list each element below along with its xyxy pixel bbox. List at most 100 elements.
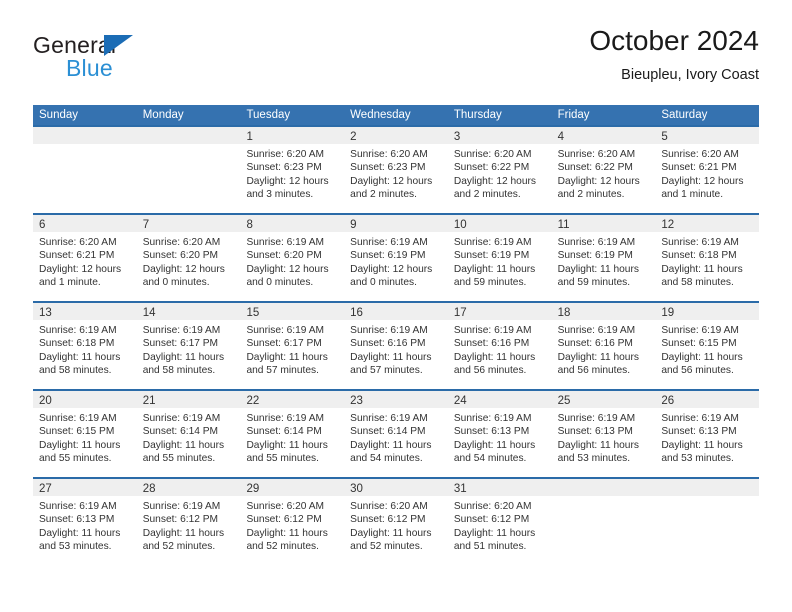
day-sun-info: Sunrise: 6:19 AM Sunset: 6:17 PM Daylight:… (240, 320, 344, 377)
daylight-text-line2: and 59 minutes. (557, 276, 631, 288)
day-cell[interactable]: 14 Sunrise: 6:19 AM Sunset: 6:17 PM Dayligh… (136, 303, 241, 389)
weekday-header-thursday: Thursday (453, 109, 502, 121)
day-cell[interactable]: 30 Sunrise: 6:20 AM Sunset: 6:12 PM Dayligh… (344, 479, 448, 565)
sunrise-text: Sunrise: 6:19 AM (661, 325, 739, 336)
day-number: 19 (661, 307, 675, 319)
day-cell[interactable]: 17 Sunrise: 6:19 AM Sunset: 6:16 PM Dayligh… (447, 303, 552, 389)
daylight-text-line2: and 58 minutes. (39, 364, 112, 376)
sunset-text: Sunset: 6:12 PM (350, 514, 426, 526)
day-number-band: 28 (136, 479, 241, 496)
sunset-text: Sunset: 6:12 PM (142, 514, 219, 526)
day-sun-info (552, 496, 656, 500)
daylight-text-line2: and 58 minutes. (661, 276, 734, 288)
day-cell[interactable]: 24 Sunrise: 6:19 AM Sunset: 6:13 PM Dayligh… (447, 391, 552, 477)
day-cell[interactable]: 1 Sunrise: 6:20 AM Sunset: 6:23 PM Daylight… (240, 127, 345, 213)
day-cell[interactable]: 6 Sunrise: 6:20 AM Sunset: 6:21 PM Daylight… (33, 215, 137, 301)
day-cell[interactable]: 28 Sunrise: 6:19 AM Sunset: 6:12 PM Dayligh… (136, 479, 241, 565)
calendar-page: General Blue October 2024 Bieupleu, Ivor… (0, 0, 792, 612)
day-number: 2 (350, 131, 357, 143)
daylight-text-line2: and 59 minutes. (453, 276, 527, 288)
day-sun-info: Sunrise: 6:20 AM Sunset: 6:20 PM Daylight:… (137, 232, 241, 289)
day-cell[interactable]: 23 Sunrise: 6:19 AM Sunset: 6:14 PM Dayligh… (344, 391, 448, 477)
day-cell[interactable]: 9 Sunrise: 6:19 AM Sunset: 6:19 PM Daylight… (344, 215, 448, 301)
sunset-text: Sunset: 6:17 PM (246, 338, 322, 350)
day-cell[interactable]: 4 Sunrise: 6:20 AM Sunset: 6:22 PM Daylight… (551, 127, 656, 213)
day-cell[interactable]: 13 Sunrise: 6:19 AM Sunset: 6:18 PM Dayligh… (33, 303, 137, 389)
week-row: 27 Sunrise: 6:19 AM Sunset: 6:13 PM Dayligh… (33, 477, 760, 565)
day-cell[interactable]: 31 Sunrise: 6:20 AM Sunset: 6:12 PM Dayligh… (447, 479, 552, 565)
daylight-text-line2: and 2 minutes. (453, 188, 521, 200)
daylight-text-line1: Daylight: 11 hours (246, 439, 328, 451)
day-number-band: 9 (344, 215, 448, 232)
day-sun-info: Sunrise: 6:19 AM Sunset: 6:17 PM Daylight:… (137, 320, 241, 377)
day-cell[interactable]: 29 Sunrise: 6:20 AM Sunset: 6:12 PM Dayligh… (240, 479, 345, 565)
day-number: 3 (453, 131, 461, 143)
day-number-band: 4 (551, 127, 656, 144)
daylight-text-line2: and 56 minutes. (453, 364, 527, 376)
daylight-text-line2: and 57 minutes. (246, 364, 319, 376)
day-number-band (655, 479, 760, 496)
daylight-text-line1: Daylight: 12 hours (453, 175, 536, 187)
day-sun-info: Sunrise: 6:20 AM Sunset: 6:12 PM Daylight:… (344, 496, 448, 553)
day-number: 7 (142, 219, 150, 231)
day-cell[interactable]: 22 Sunrise: 6:19 AM Sunset: 6:14 PM Dayligh… (240, 391, 345, 477)
sunset-text: Sunset: 6:22 PM (453, 162, 530, 174)
general-blue-logo[interactable]: General Blue (33, 32, 213, 90)
day-number-band: 29 (240, 479, 345, 496)
day-cell[interactable]: 12 Sunrise: 6:19 AM Sunset: 6:18 PM Dayligh… (655, 215, 760, 301)
day-number-band: 7 (136, 215, 241, 232)
daylight-text-line1: Daylight: 11 hours (350, 439, 432, 451)
day-cell[interactable]: 11 Sunrise: 6:19 AM Sunset: 6:19 PM Dayligh… (551, 215, 656, 301)
day-cell[interactable]: 5 Sunrise: 6:20 AM Sunset: 6:21 PM Daylight… (655, 127, 760, 213)
sunrise-text: Sunrise: 6:19 AM (557, 325, 636, 336)
daylight-text-line1: Daylight: 11 hours (142, 439, 225, 451)
day-cell[interactable]: 26 Sunrise: 6:19 AM Sunset: 6:13 PM Dayligh… (655, 391, 760, 477)
sunrise-text: Sunrise: 6:19 AM (246, 325, 325, 336)
weekday-header-sunday: Sunday (39, 109, 79, 121)
sunset-text: Sunset: 6:14 PM (142, 426, 219, 438)
day-number: 18 (557, 307, 571, 319)
sunset-text: Sunset: 6:19 PM (453, 250, 530, 262)
day-cell[interactable]: 19 Sunrise: 6:19 AM Sunset: 6:15 PM Dayligh… (655, 303, 760, 389)
daylight-text-line2: and 55 minutes. (142, 452, 216, 464)
day-cell[interactable]: 7 Sunrise: 6:20 AM Sunset: 6:20 PM Daylight… (136, 215, 241, 301)
sunrise-text: Sunrise: 6:20 AM (246, 149, 325, 160)
sunrise-text: Sunrise: 6:19 AM (246, 237, 325, 248)
day-cell[interactable]: 2 Sunrise: 6:20 AM Sunset: 6:23 PM Daylight… (344, 127, 448, 213)
day-cell[interactable]: 18 Sunrise: 6:19 AM Sunset: 6:16 PM Dayligh… (551, 303, 656, 389)
day-cell[interactable]: 25 Sunrise: 6:19 AM Sunset: 6:13 PM Dayligh… (551, 391, 656, 477)
day-cell[interactable]: 16 Sunrise: 6:19 AM Sunset: 6:16 PM Dayligh… (344, 303, 448, 389)
day-sun-info (655, 496, 759, 500)
sunrise-text: Sunrise: 6:20 AM (350, 149, 428, 160)
daylight-text-line2: and 55 minutes. (246, 452, 319, 464)
day-cell[interactable]: 27 Sunrise: 6:19 AM Sunset: 6:13 PM Dayligh… (33, 479, 137, 565)
sunset-text: Sunset: 6:16 PM (453, 338, 530, 350)
daylight-text-line1: Daylight: 11 hours (453, 527, 536, 539)
daylight-text-line2: and 58 minutes. (142, 364, 216, 376)
daylight-text-line1: Daylight: 11 hours (453, 263, 536, 275)
sunrise-text: Sunrise: 6:20 AM (350, 501, 428, 512)
daylight-text-line1: Daylight: 12 hours (246, 175, 329, 187)
sunset-text: Sunset: 6:20 PM (246, 250, 322, 262)
day-cell[interactable]: 20 Sunrise: 6:19 AM Sunset: 6:15 PM Dayligh… (33, 391, 137, 477)
day-cell[interactable]: 8 Sunrise: 6:19 AM Sunset: 6:20 PM Daylight… (240, 215, 345, 301)
day-number: 21 (142, 395, 156, 407)
day-number: 13 (39, 307, 52, 319)
day-sun-info: Sunrise: 6:19 AM Sunset: 6:15 PM Daylight:… (33, 408, 137, 465)
day-sun-info: Sunrise: 6:19 AM Sunset: 6:15 PM Daylight:… (655, 320, 759, 377)
day-number-band: 23 (344, 391, 448, 408)
sunset-text: Sunset: 6:21 PM (39, 250, 115, 262)
sunrise-text: Sunrise: 6:19 AM (39, 501, 117, 512)
day-cell[interactable]: 10 Sunrise: 6:19 AM Sunset: 6:19 PM Dayligh… (447, 215, 552, 301)
sunset-text: Sunset: 6:21 PM (661, 162, 737, 174)
daylight-text-line1: Daylight: 11 hours (246, 351, 328, 363)
sunset-text: Sunset: 6:18 PM (661, 250, 737, 262)
day-cell[interactable]: 15 Sunrise: 6:19 AM Sunset: 6:17 PM Dayligh… (240, 303, 345, 389)
day-cell[interactable]: 3 Sunrise: 6:20 AM Sunset: 6:22 PM Daylight… (447, 127, 552, 213)
day-number: 25 (557, 395, 571, 407)
day-cell[interactable]: 21 Sunrise: 6:19 AM Sunset: 6:14 PM Dayligh… (136, 391, 241, 477)
page-header: General Blue October 2024 Bieupleu, Ivor… (33, 24, 759, 96)
day-sun-info: Sunrise: 6:20 AM Sunset: 6:23 PM Daylight:… (344, 144, 448, 201)
day-number: 29 (246, 483, 260, 495)
day-number: 30 (350, 483, 363, 495)
